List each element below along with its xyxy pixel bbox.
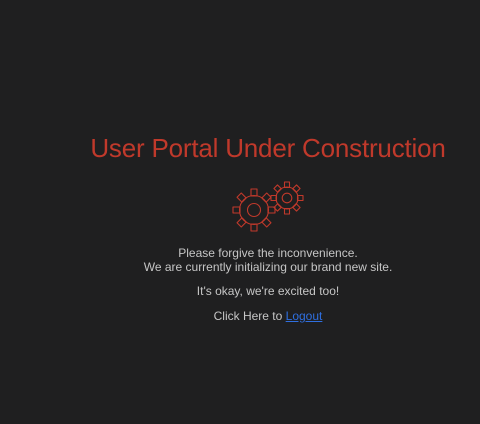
construction-page: User Portal Under Construction Please fo… xyxy=(0,0,480,424)
logout-link[interactable]: Logout xyxy=(286,309,323,323)
page-title: User Portal Under Construction xyxy=(90,133,446,163)
apology-text: Please forgive the inconvenience. xyxy=(178,246,358,260)
logout-line: Click Here to Logout xyxy=(0,309,480,323)
status-text: We are currently initializing our brand … xyxy=(143,260,393,274)
excited-text: It's okay, we're excited too! xyxy=(196,284,340,298)
logout-prefix: Click Here to xyxy=(213,309,283,323)
gears-icon xyxy=(232,181,304,232)
